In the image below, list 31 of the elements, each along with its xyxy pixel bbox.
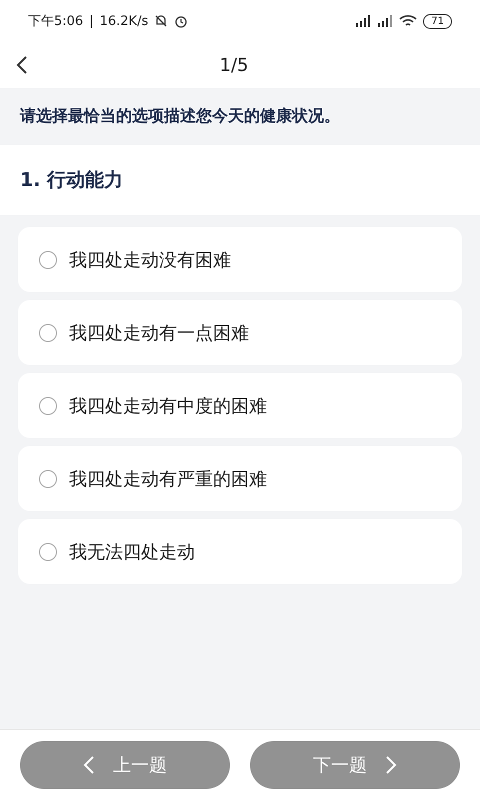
radio-button[interactable] [39,324,57,342]
separator: | [89,14,94,28]
question-title: 1. 行动能力 [20,168,124,193]
chevron-right-icon [385,755,397,775]
option-card[interactable]: 我四处走动有中度的困难 [18,373,462,438]
option-card[interactable]: 我四处走动有严重的困难 [18,446,462,511]
network-speed: 16.2K/s [100,14,148,28]
signal-icon [355,15,372,27]
option-label: 我无法四处走动 [69,540,195,564]
radio-button[interactable] [39,470,57,488]
option-label: 我四处走动有严重的困难 [69,468,267,490]
chevron-left-icon [16,55,28,75]
back-button[interactable] [16,55,28,75]
option-card[interactable]: 我无法四处走动 [18,519,462,584]
radio-button[interactable] [39,542,57,560]
option-label: 我四处走动没有困难 [69,248,231,272]
mute-icon [154,14,168,28]
option-card[interactable]: 我四处走动有一点困难 [18,300,462,365]
battery-level: 71 [423,14,452,28]
wifi-icon [399,14,418,28]
chevron-left-icon [83,755,95,775]
alarm-icon [174,14,188,28]
option-label: 我四处走动有中度的困难 [69,394,267,418]
page-counter: 1/5 [218,54,250,76]
radio-button[interactable] [39,250,57,268]
signal-icon [377,15,394,27]
radio-button[interactable] [39,396,57,414]
option-card[interactable]: 我四处走动没有困难 [18,227,462,292]
status-time: 下午5:06 [28,13,84,30]
option-label: 我四处走动有一点困难 [69,322,249,344]
instruction-text: 请选择最恰当的选项描述您今天的健康状况。 [18,105,341,127]
